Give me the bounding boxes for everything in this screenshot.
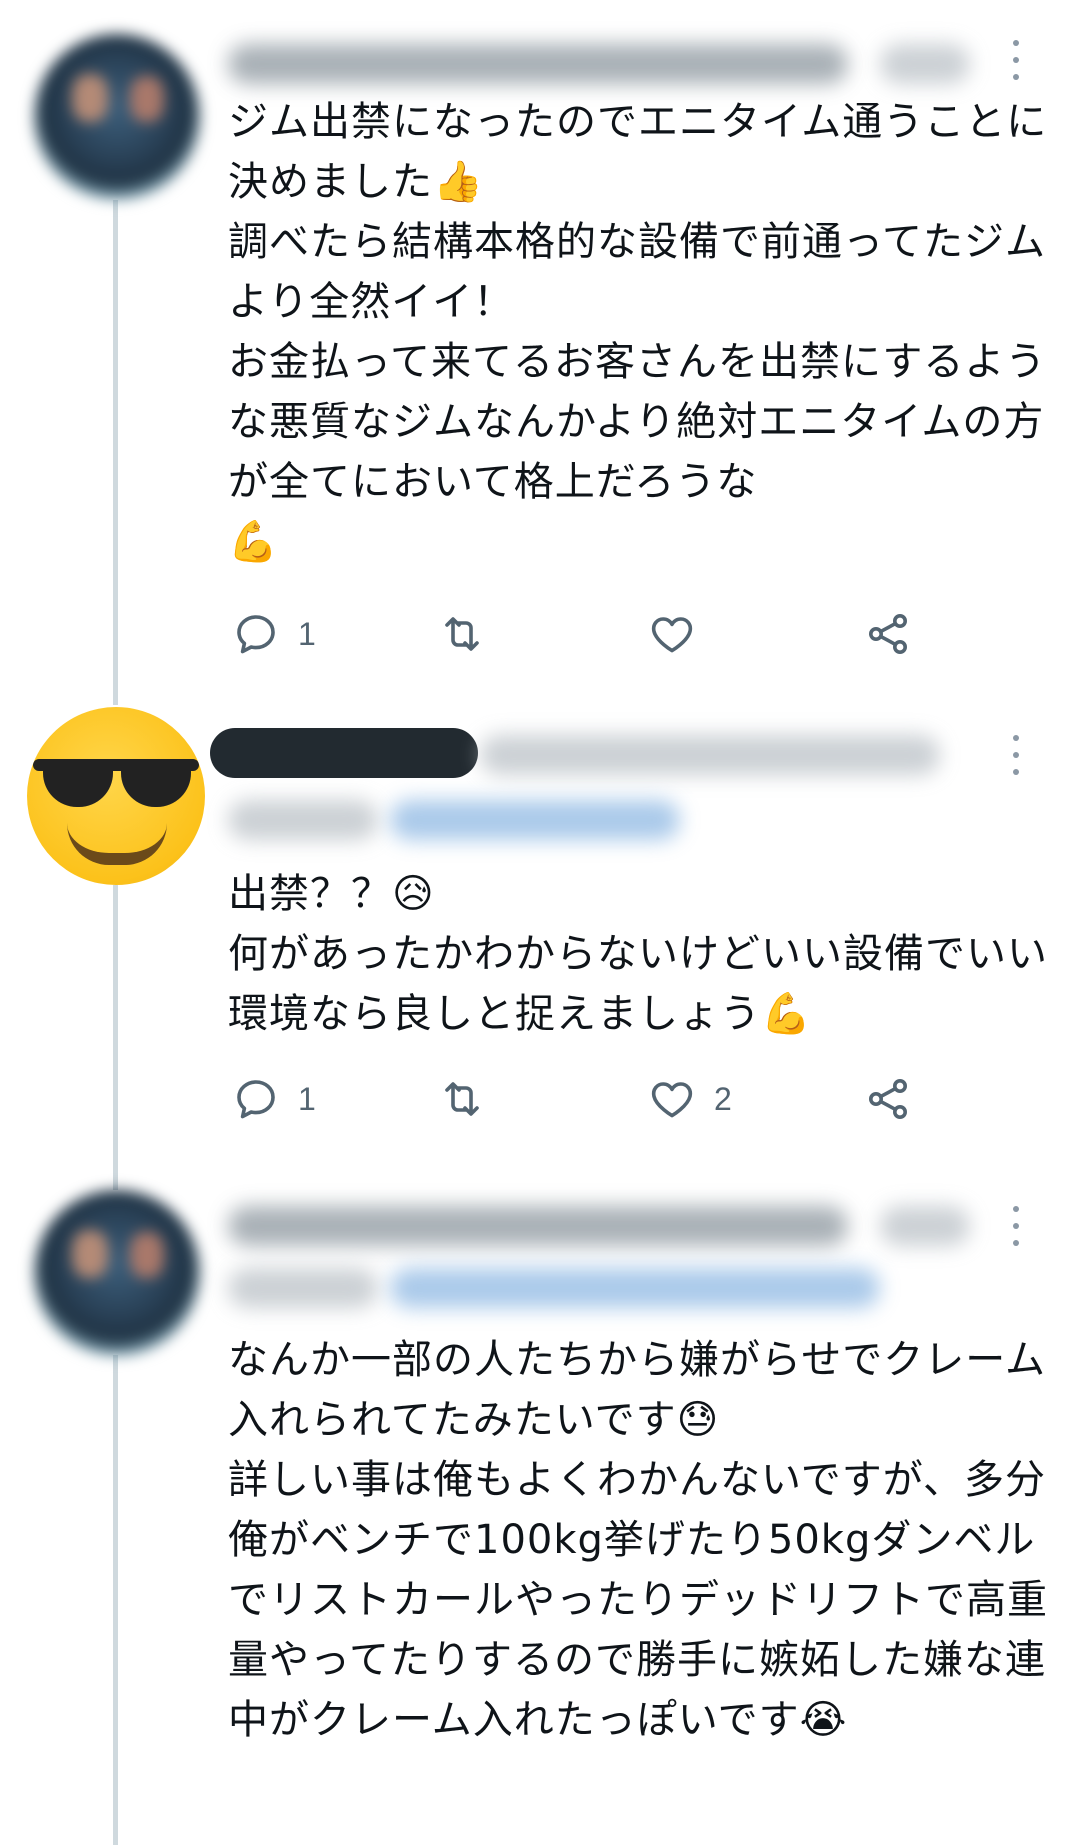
tweet-actions: 1 xyxy=(228,610,988,660)
reply-to-redacted xyxy=(390,1268,880,1308)
tweet-text: 出禁？？😥 何があったかわからないけどいい設備でいい環境なら良しと捉えましょう💪 xyxy=(228,871,1048,1037)
thread-line xyxy=(113,885,118,1190)
tweet-text: なんか一部の人たちから嫌がらせでクレーム入れられてたみたいです😓 詳しい事は俺も… xyxy=(228,1337,1048,1743)
sunglasses-icon xyxy=(33,759,199,809)
reply-button[interactable]: 1 xyxy=(232,1075,316,1123)
reply-context-redacted xyxy=(228,800,378,840)
more-icon[interactable] xyxy=(1012,735,1020,775)
avatar[interactable] xyxy=(27,707,205,885)
author-name-redacted xyxy=(210,728,478,778)
avatar[interactable] xyxy=(34,1190,200,1356)
avatar[interactable] xyxy=(34,34,200,200)
share-icon xyxy=(869,614,907,654)
more-icon[interactable] xyxy=(1012,40,1020,80)
share-button[interactable] xyxy=(864,1075,912,1123)
tweet-1[interactable]: ジム出禁になったのでエニタイム通うことに決めました👍 調べたら結構本格的な設備で… xyxy=(0,0,1080,700)
retweet-icon xyxy=(445,617,479,651)
tweet-text: ジム出禁になったのでエニタイム通うことに決めました👍 調べたら結構本格的な設備で… xyxy=(228,99,1048,565)
retweet-button[interactable] xyxy=(438,610,504,658)
heart-icon xyxy=(651,1082,693,1118)
reply-count: 1 xyxy=(298,1080,316,1117)
like-count: 2 xyxy=(714,1080,732,1117)
timestamp-redacted xyxy=(880,1206,970,1246)
reply-context-redacted xyxy=(228,1268,378,1308)
tweet-actions: 1 2 xyxy=(228,1075,988,1125)
share-button[interactable] xyxy=(864,610,912,658)
more-icon[interactable] xyxy=(1012,1206,1020,1246)
timestamp-redacted xyxy=(880,44,970,84)
reply-button[interactable]: 1 xyxy=(232,610,316,658)
like-button[interactable] xyxy=(648,610,714,658)
thread-line xyxy=(113,1355,118,1845)
retweet-icon xyxy=(445,1082,479,1116)
smile-icon xyxy=(67,823,167,865)
author-name-redacted xyxy=(228,44,848,84)
share-icon xyxy=(869,1079,907,1119)
reply-to-redacted xyxy=(390,800,680,840)
reply-icon xyxy=(237,1080,275,1119)
reply-count: 1 xyxy=(298,615,316,652)
author-name-redacted xyxy=(228,1206,848,1246)
reply-icon xyxy=(237,615,275,654)
heart-icon xyxy=(651,617,693,653)
like-button[interactable]: 2 xyxy=(648,1075,732,1123)
author-handle-redacted xyxy=(480,735,940,775)
retweet-button[interactable] xyxy=(438,1075,504,1123)
